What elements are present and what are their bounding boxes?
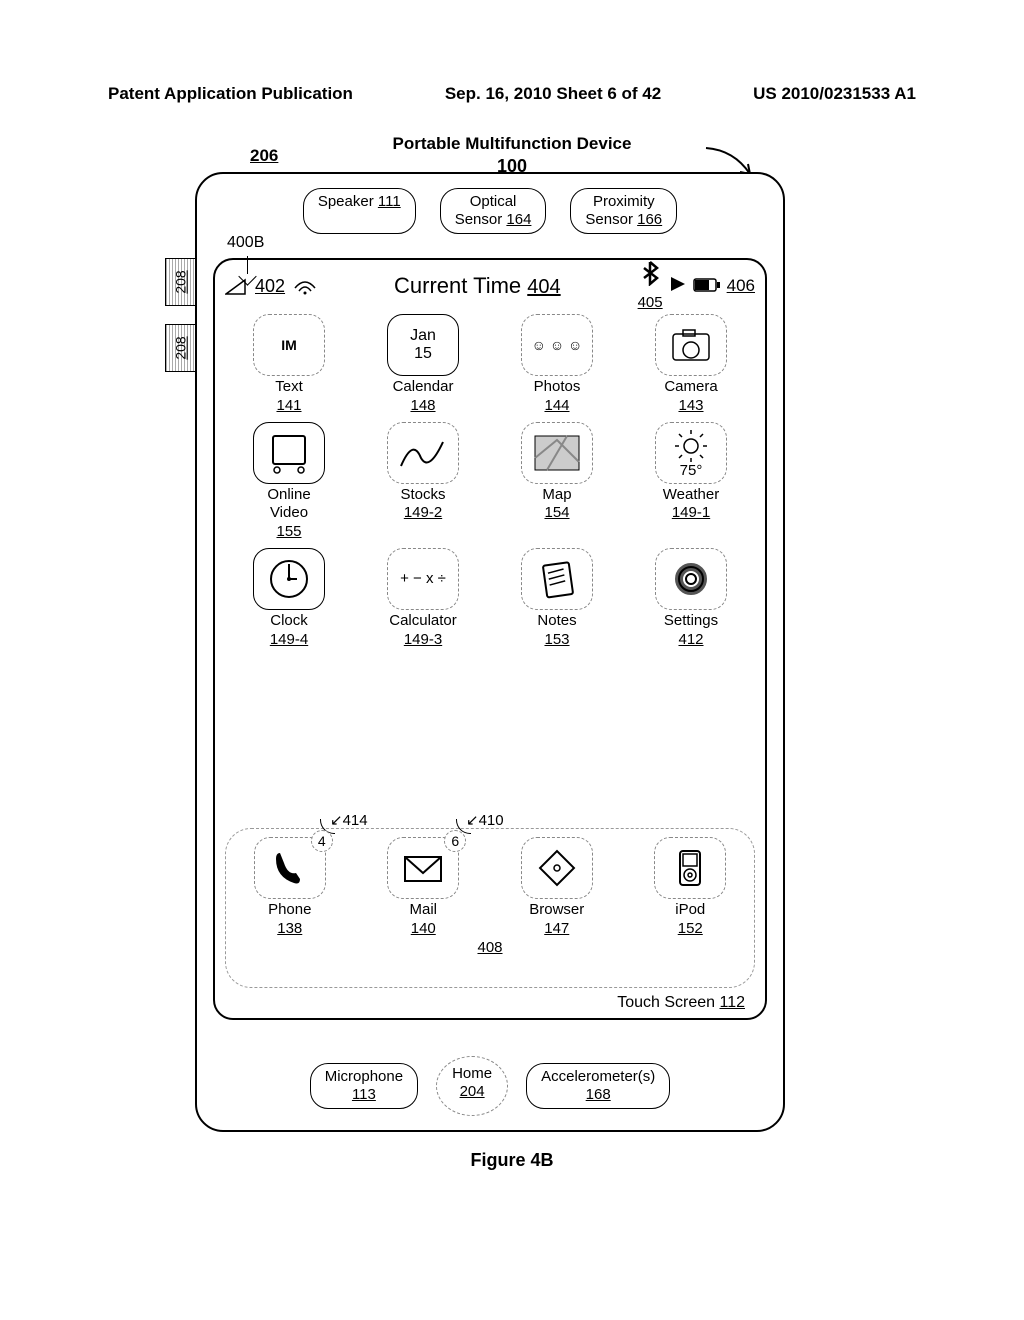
app-label: Text141 — [231, 378, 347, 416]
clock-icon — [253, 548, 325, 610]
settings-icon — [655, 548, 727, 610]
device-body: Speaker 111 Optical Sensor 164 Proximity… — [195, 172, 785, 1132]
app-label: iPod152 — [633, 901, 749, 939]
browser-icon — [521, 837, 593, 899]
ref-206: 206 — [250, 146, 278, 166]
bluetooth-icon: 405 — [638, 260, 663, 312]
app-label: Stocks149-2 — [365, 486, 481, 524]
app-label: Photos144 — [499, 378, 615, 416]
play-icon — [669, 275, 687, 298]
proximity-sensor: Proximity Sensor 166 — [570, 188, 677, 234]
dock-tray: ↙414 ↙410 4 Phone1386 Mail140 Browser147… — [225, 828, 755, 988]
app-label: Browser147 — [499, 901, 615, 939]
badge: 6 — [444, 830, 466, 852]
ipod-icon — [654, 837, 726, 899]
status-bar: 402 Current Time 404 405 — [225, 268, 755, 304]
speaker: Speaker 111 — [303, 188, 416, 234]
app-label: Settings412 — [633, 612, 749, 650]
badge: 4 — [311, 830, 333, 852]
dock-app-phone[interactable]: 4 Phone138 — [232, 837, 348, 939]
signal-icon — [225, 276, 247, 297]
cal-icon: Jan15 — [387, 314, 459, 376]
app-label: Camera143 — [633, 378, 749, 416]
notes-icon — [521, 548, 593, 610]
map-icon — [521, 422, 593, 484]
stocks-icon — [387, 422, 459, 484]
bottom-row: Microphone113 Home204 Accelerometer(s)16… — [197, 1056, 783, 1116]
video-icon — [253, 422, 325, 484]
touch-screen[interactable]: 402 Current Time 404 405 — [213, 258, 767, 1020]
phone-icon: 4 — [254, 837, 326, 899]
dock-app-ipod[interactable]: iPod152 — [633, 837, 749, 939]
dock-app-browser[interactable]: Browser147 — [499, 837, 615, 939]
app-calendar[interactable]: Jan15 Calendar148 — [365, 314, 481, 416]
camera-icon — [655, 314, 727, 376]
app-stocks[interactable]: Stocks149-2 — [365, 422, 481, 542]
app-grid: IM Text141Jan15 Calendar148☺ ☺ ☺ Photos1… — [225, 314, 755, 649]
app-map[interactable]: Map154 — [499, 422, 615, 542]
app-text[interactable]: IM Text141 — [231, 314, 347, 416]
calc-icon: + − x ÷ — [387, 548, 459, 610]
app-label: OnlineVideo155 — [231, 486, 347, 542]
app-label: Map154 — [499, 486, 615, 524]
ref-410: ↙410 — [466, 811, 504, 829]
app-online-video[interactable]: OnlineVideo155 — [231, 422, 347, 542]
app-label: Phone138 — [232, 901, 348, 939]
app-label: Clock149-4 — [231, 612, 347, 650]
app-label: Calendar148 — [365, 378, 481, 416]
app-calculator[interactable]: + − x ÷ Calculator149-3 — [365, 548, 481, 650]
side-button-208-top[interactable]: 208 — [165, 258, 195, 306]
photos-icon: ☺ ☺ ☺ — [521, 314, 593, 376]
page-header: Patent Application Publication Sep. 16, … — [0, 0, 1024, 104]
header-left: Patent Application Publication — [108, 84, 353, 104]
app-settings[interactable]: Settings412 — [633, 548, 749, 650]
touch-screen-label: Touch Screen 112 — [617, 994, 745, 1012]
side-button-208-bottom[interactable]: 208 — [165, 324, 195, 372]
app-photos[interactable]: ☺ ☺ ☺ Photos144 — [499, 314, 615, 416]
mail-icon: 6 — [387, 837, 459, 899]
title-text: Portable Multifunction Device — [393, 134, 632, 153]
battery-icon — [693, 276, 721, 297]
app-label: Weather149-1 — [633, 486, 749, 524]
time-label: Current Time 404 — [325, 273, 630, 299]
ref-408: 408 — [232, 939, 748, 956]
ref-414: ↙414 — [330, 811, 368, 829]
ref-406: 406 — [727, 276, 755, 296]
optical-sensor: Optical Sensor 164 — [440, 188, 547, 234]
weather-icon: 75° — [655, 422, 727, 484]
home-button[interactable]: Home204 — [436, 1056, 508, 1116]
app-weather[interactable]: 75° Weather149-1 — [633, 422, 749, 542]
sensor-row: Speaker 111 Optical Sensor 164 Proximity… — [197, 188, 783, 234]
app-camera[interactable]: Camera143 — [633, 314, 749, 416]
app-notes[interactable]: Notes153 — [499, 548, 615, 650]
device-title: Portable Multifunction Device 206 100 — [0, 134, 1024, 177]
wifi-icon — [293, 276, 317, 297]
dock-app-mail[interactable]: 6 Mail140 — [366, 837, 482, 939]
figure-caption: Figure 4B — [0, 1150, 1024, 1171]
microphone: Microphone113 — [310, 1063, 418, 1109]
app-label: Mail140 — [366, 901, 482, 939]
header-right: US 2010/0231533 A1 — [753, 84, 916, 104]
ref-400b: 400B — [227, 234, 264, 252]
app-label: Notes153 — [499, 612, 615, 650]
ref-402: 402 — [255, 276, 285, 297]
app-label: Calculator149-3 — [365, 612, 481, 650]
accelerometer: Accelerometer(s)168 — [526, 1063, 670, 1109]
im-icon: IM — [253, 314, 325, 376]
app-clock[interactable]: Clock149-4 — [231, 548, 347, 650]
header-center: Sep. 16, 2010 Sheet 6 of 42 — [445, 84, 661, 104]
